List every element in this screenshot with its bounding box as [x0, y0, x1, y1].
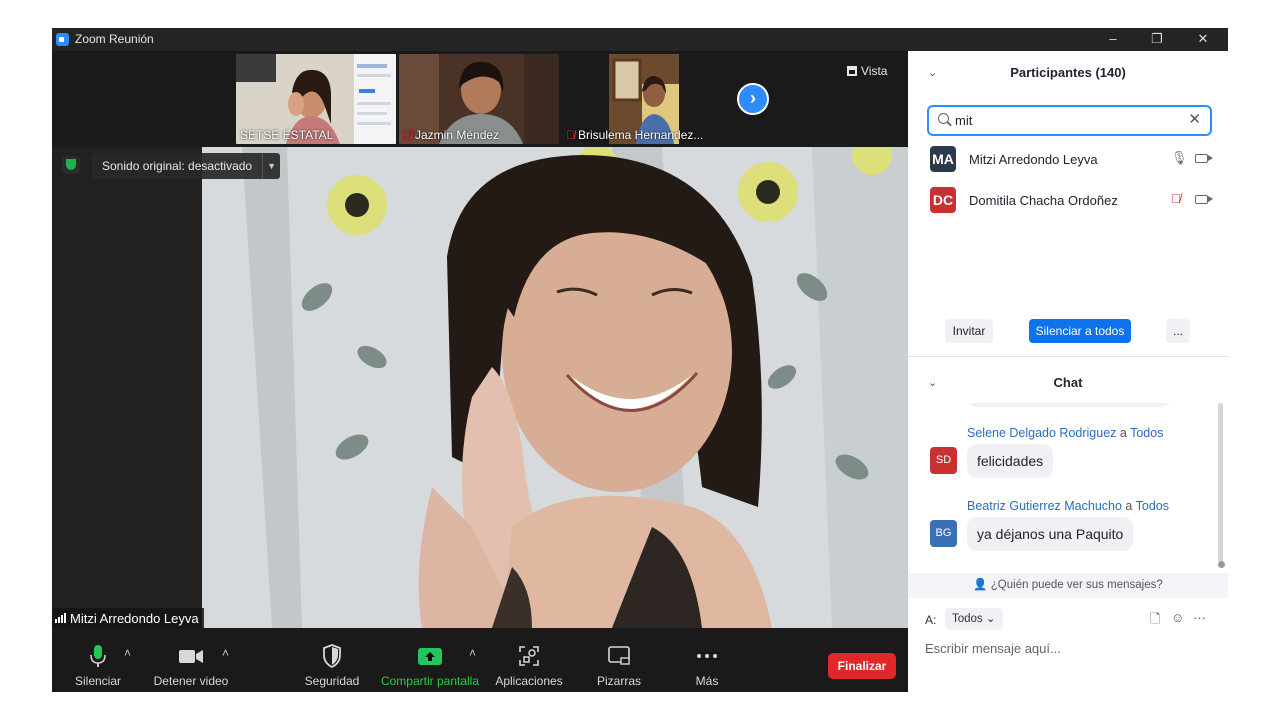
chevron-up-icon[interactable]: ˄	[222, 646, 229, 660]
chevron-down-icon[interactable]: ▼	[262, 153, 280, 179]
restore-button[interactable]: ❐	[1142, 30, 1172, 48]
apps-icon	[519, 646, 539, 666]
mute-all-button[interactable]: Silenciar a todos	[1029, 319, 1131, 343]
end-meeting-button[interactable]: Finalizar	[828, 653, 896, 679]
more-dots-icon	[697, 654, 717, 658]
audio-status-label: Sonido original: desactivado	[102, 159, 253, 173]
stop-video-button[interactable]: Detener video	[150, 628, 232, 692]
security-shield-icon[interactable]	[62, 156, 80, 174]
minimize-button[interactable]: –	[1098, 30, 1128, 48]
window-title: Zoom Reunión	[75, 32, 154, 46]
invite-button[interactable]: Invitar	[945, 319, 993, 343]
microphone-icon[interactable]: 🎙	[1171, 150, 1188, 166]
original-sound-toggle[interactable]: Sonido original: desactivado ▼	[92, 153, 281, 179]
clear-search-icon[interactable]: ✕	[1188, 110, 1201, 128]
next-page-arrow-icon[interactable]: ›	[737, 83, 769, 115]
grid-icon	[847, 66, 857, 76]
video-camera-icon[interactable]	[1195, 154, 1208, 163]
share-screen-icon	[418, 648, 442, 665]
recipient-select[interactable]: Todos ⌄	[945, 608, 1003, 630]
title-bar: Zoom Reunión – ❐ ✕	[52, 28, 1228, 51]
participant-thumbnail[interactable]: 🎙̸ Brisulema Hernandez...	[562, 54, 722, 144]
meeting-toolbar: Silenciar ˄ Detener video ˄ Seguridad Co…	[52, 628, 908, 692]
chevron-up-icon[interactable]: ˄	[124, 646, 131, 660]
avatar: SD	[930, 447, 957, 474]
divider	[908, 356, 1228, 357]
chevron-down-icon[interactable]: ⌄	[928, 365, 937, 401]
message-sender: Beatriz Gutierrez Machucho a Todos	[967, 499, 1169, 513]
muted-mic-icon: 🎙̸	[403, 128, 412, 142]
avatar: MA	[930, 146, 956, 172]
participants-title: Participantes (140)	[1010, 65, 1126, 80]
chat-message-bubble: ya déjanos una Paquito	[967, 517, 1134, 551]
thumbnail-name: SETSE ESTATAL	[240, 128, 334, 142]
user-lock-icon: 👤	[973, 579, 988, 591]
whiteboards-button[interactable]: Pizarras	[589, 628, 649, 692]
emoji-icon[interactable]: ☺	[1171, 610, 1184, 625]
view-button[interactable]: Vista	[847, 61, 903, 81]
chat-title: Chat	[1053, 375, 1083, 390]
more-dots-icon[interactable]: ···	[1193, 610, 1206, 625]
who-can-see-bar[interactable]: 👤 ¿Quién puede ver sus mensajes?	[908, 573, 1228, 598]
side-panel: ⌄ Participantes (140) ✕ MA Mitzi Arredon…	[908, 51, 1228, 692]
participant-thumbnail[interactable]: 🎙̸ Jazmin Méndez	[399, 54, 559, 144]
muted-mic-icon: 🎙̸	[566, 128, 575, 142]
share-screen-button[interactable]: Compartir pantalla	[377, 628, 483, 692]
scroll-handle[interactable]	[1218, 561, 1225, 568]
zoom-window: Zoom Reunión – ❐ ✕ SETSE ESTATAL 🎙̸ Jazm…	[52, 28, 1228, 692]
participants-more-button[interactable]: ...	[1166, 319, 1190, 343]
mute-button[interactable]: Silenciar	[68, 628, 128, 692]
chat-header: ⌄ Chat	[908, 365, 1228, 401]
chevron-down-icon[interactable]: ⌄	[928, 55, 937, 91]
chat-message-input[interactable]: Escribir mensaje aquí...	[925, 641, 1205, 661]
muted-mic-icon[interactable]: 🎙̸	[1171, 191, 1181, 206]
participant-row[interactable]: MA Mitzi Arredondo Leyva 🎙	[930, 145, 1220, 173]
chat-scrollbar[interactable]	[1218, 403, 1223, 563]
participant-search-input[interactable]	[955, 111, 1175, 130]
previous-message-bubble	[967, 403, 1171, 407]
chevron-up-icon[interactable]: ˄	[469, 646, 476, 660]
participant-row[interactable]: DC Domitila Chacha Ordoñez 🎙̸	[930, 186, 1220, 214]
close-button[interactable]: ✕	[1188, 30, 1218, 48]
microphone-icon	[90, 645, 106, 667]
participant-thumbnail[interactable]: SETSE ESTATAL	[236, 54, 396, 144]
speaker-video-image	[52, 147, 908, 628]
more-button[interactable]: Más	[682, 628, 732, 692]
participant-search-box[interactable]: ✕	[927, 105, 1212, 136]
search-icon	[938, 113, 949, 124]
video-camera-icon	[179, 650, 203, 663]
participant-name: Domitila Chacha Ordoñez	[969, 193, 1118, 208]
file-icon[interactable]: 🗋	[1150, 610, 1160, 632]
chat-message-list[interactable]: Selene Delgado Rodriguez a Todos SD feli…	[908, 403, 1228, 573]
chat-message-bubble: felicidades	[967, 444, 1054, 478]
video-area: SETSE ESTATAL 🎙̸ Jazmin Méndez 🎙̸ Brisul…	[52, 51, 908, 628]
message-sender: Selene Delgado Rodriguez a Todos	[967, 426, 1164, 440]
avatar: DC	[930, 187, 956, 213]
to-label: A:	[925, 613, 937, 627]
avatar: BG	[930, 520, 957, 547]
speaker-name-label: Mitzi Arredondo Leyva	[52, 608, 204, 628]
thumbnail-name: 🎙̸ Brisulema Hernandez...	[566, 128, 704, 142]
active-speaker-video[interactable]: Sonido original: desactivado ▼ Mitzi Arr…	[52, 147, 908, 628]
security-button[interactable]: Seguridad	[300, 628, 364, 692]
chevron-down-icon: ⌄	[985, 613, 996, 625]
zoom-logo-icon	[56, 33, 69, 46]
recipient-row: A: Todos ⌄ 🗋 ☺ ···	[925, 607, 1225, 631]
apps-button[interactable]: Aplicaciones	[489, 628, 569, 692]
shield-icon	[323, 644, 341, 668]
video-camera-icon[interactable]	[1195, 195, 1208, 204]
whiteboard-icon	[608, 646, 630, 665]
thumbnail-name: 🎙̸ Jazmin Méndez	[403, 128, 500, 142]
participants-header: ⌄ Participantes (140)	[908, 55, 1228, 91]
participant-name: Mitzi Arredondo Leyva	[969, 152, 1098, 167]
signal-bars-icon	[55, 613, 66, 623]
